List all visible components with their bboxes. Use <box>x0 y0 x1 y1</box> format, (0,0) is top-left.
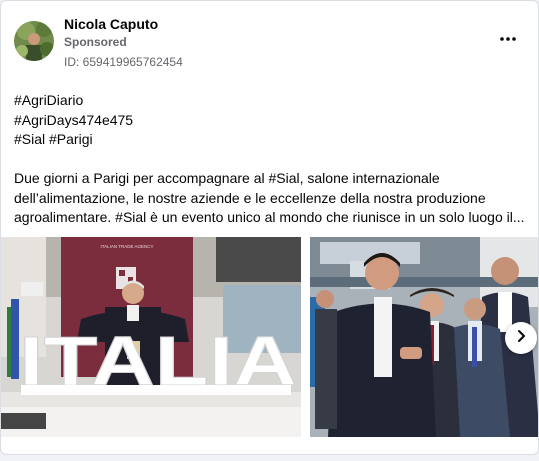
photo-carousel[interactable]: ITALIAN TRADE AGENCY ITALIA <box>1 237 538 437</box>
carousel-photo-1[interactable]: ITALIAN TRADE AGENCY ITALIA <box>1 237 301 437</box>
booth-sign-text: ITALIAN TRADE AGENCY <box>100 244 153 249</box>
post-body: #AgriDiario #AgriDays474e475 #Sial #Pari… <box>14 91 526 228</box>
hashtag-line[interactable]: #AgriDays474e475 <box>14 111 526 131</box>
sponsored-label: Sponsored <box>64 35 127 49</box>
caption-line: Due giorni a Parigi per accompagnare al … <box>14 170 440 186</box>
ad-id: ID: 659419965762454 <box>64 55 183 69</box>
author-name[interactable]: Nicola Caputo <box>64 16 158 32</box>
author-avatar[interactable] <box>14 21 54 61</box>
chevron-right-icon <box>514 329 528 348</box>
sponsored-post-card: Nicola Caputo Sponsored ID: 659419965762… <box>0 0 539 455</box>
hashtag-line[interactable]: #AgriDiario <box>14 91 526 111</box>
hashtag-line[interactable]: #Sial #Parigi <box>14 130 526 150</box>
carousel-next-button[interactable] <box>505 322 537 354</box>
caption-line-truncated[interactable]: agroalimentare. #Sial è un evento unico … <box>14 208 526 228</box>
more-options-icon[interactable] <box>498 29 518 49</box>
caption-line: dell’alimentazione, le nostre aziende e … <box>14 189 486 206</box>
